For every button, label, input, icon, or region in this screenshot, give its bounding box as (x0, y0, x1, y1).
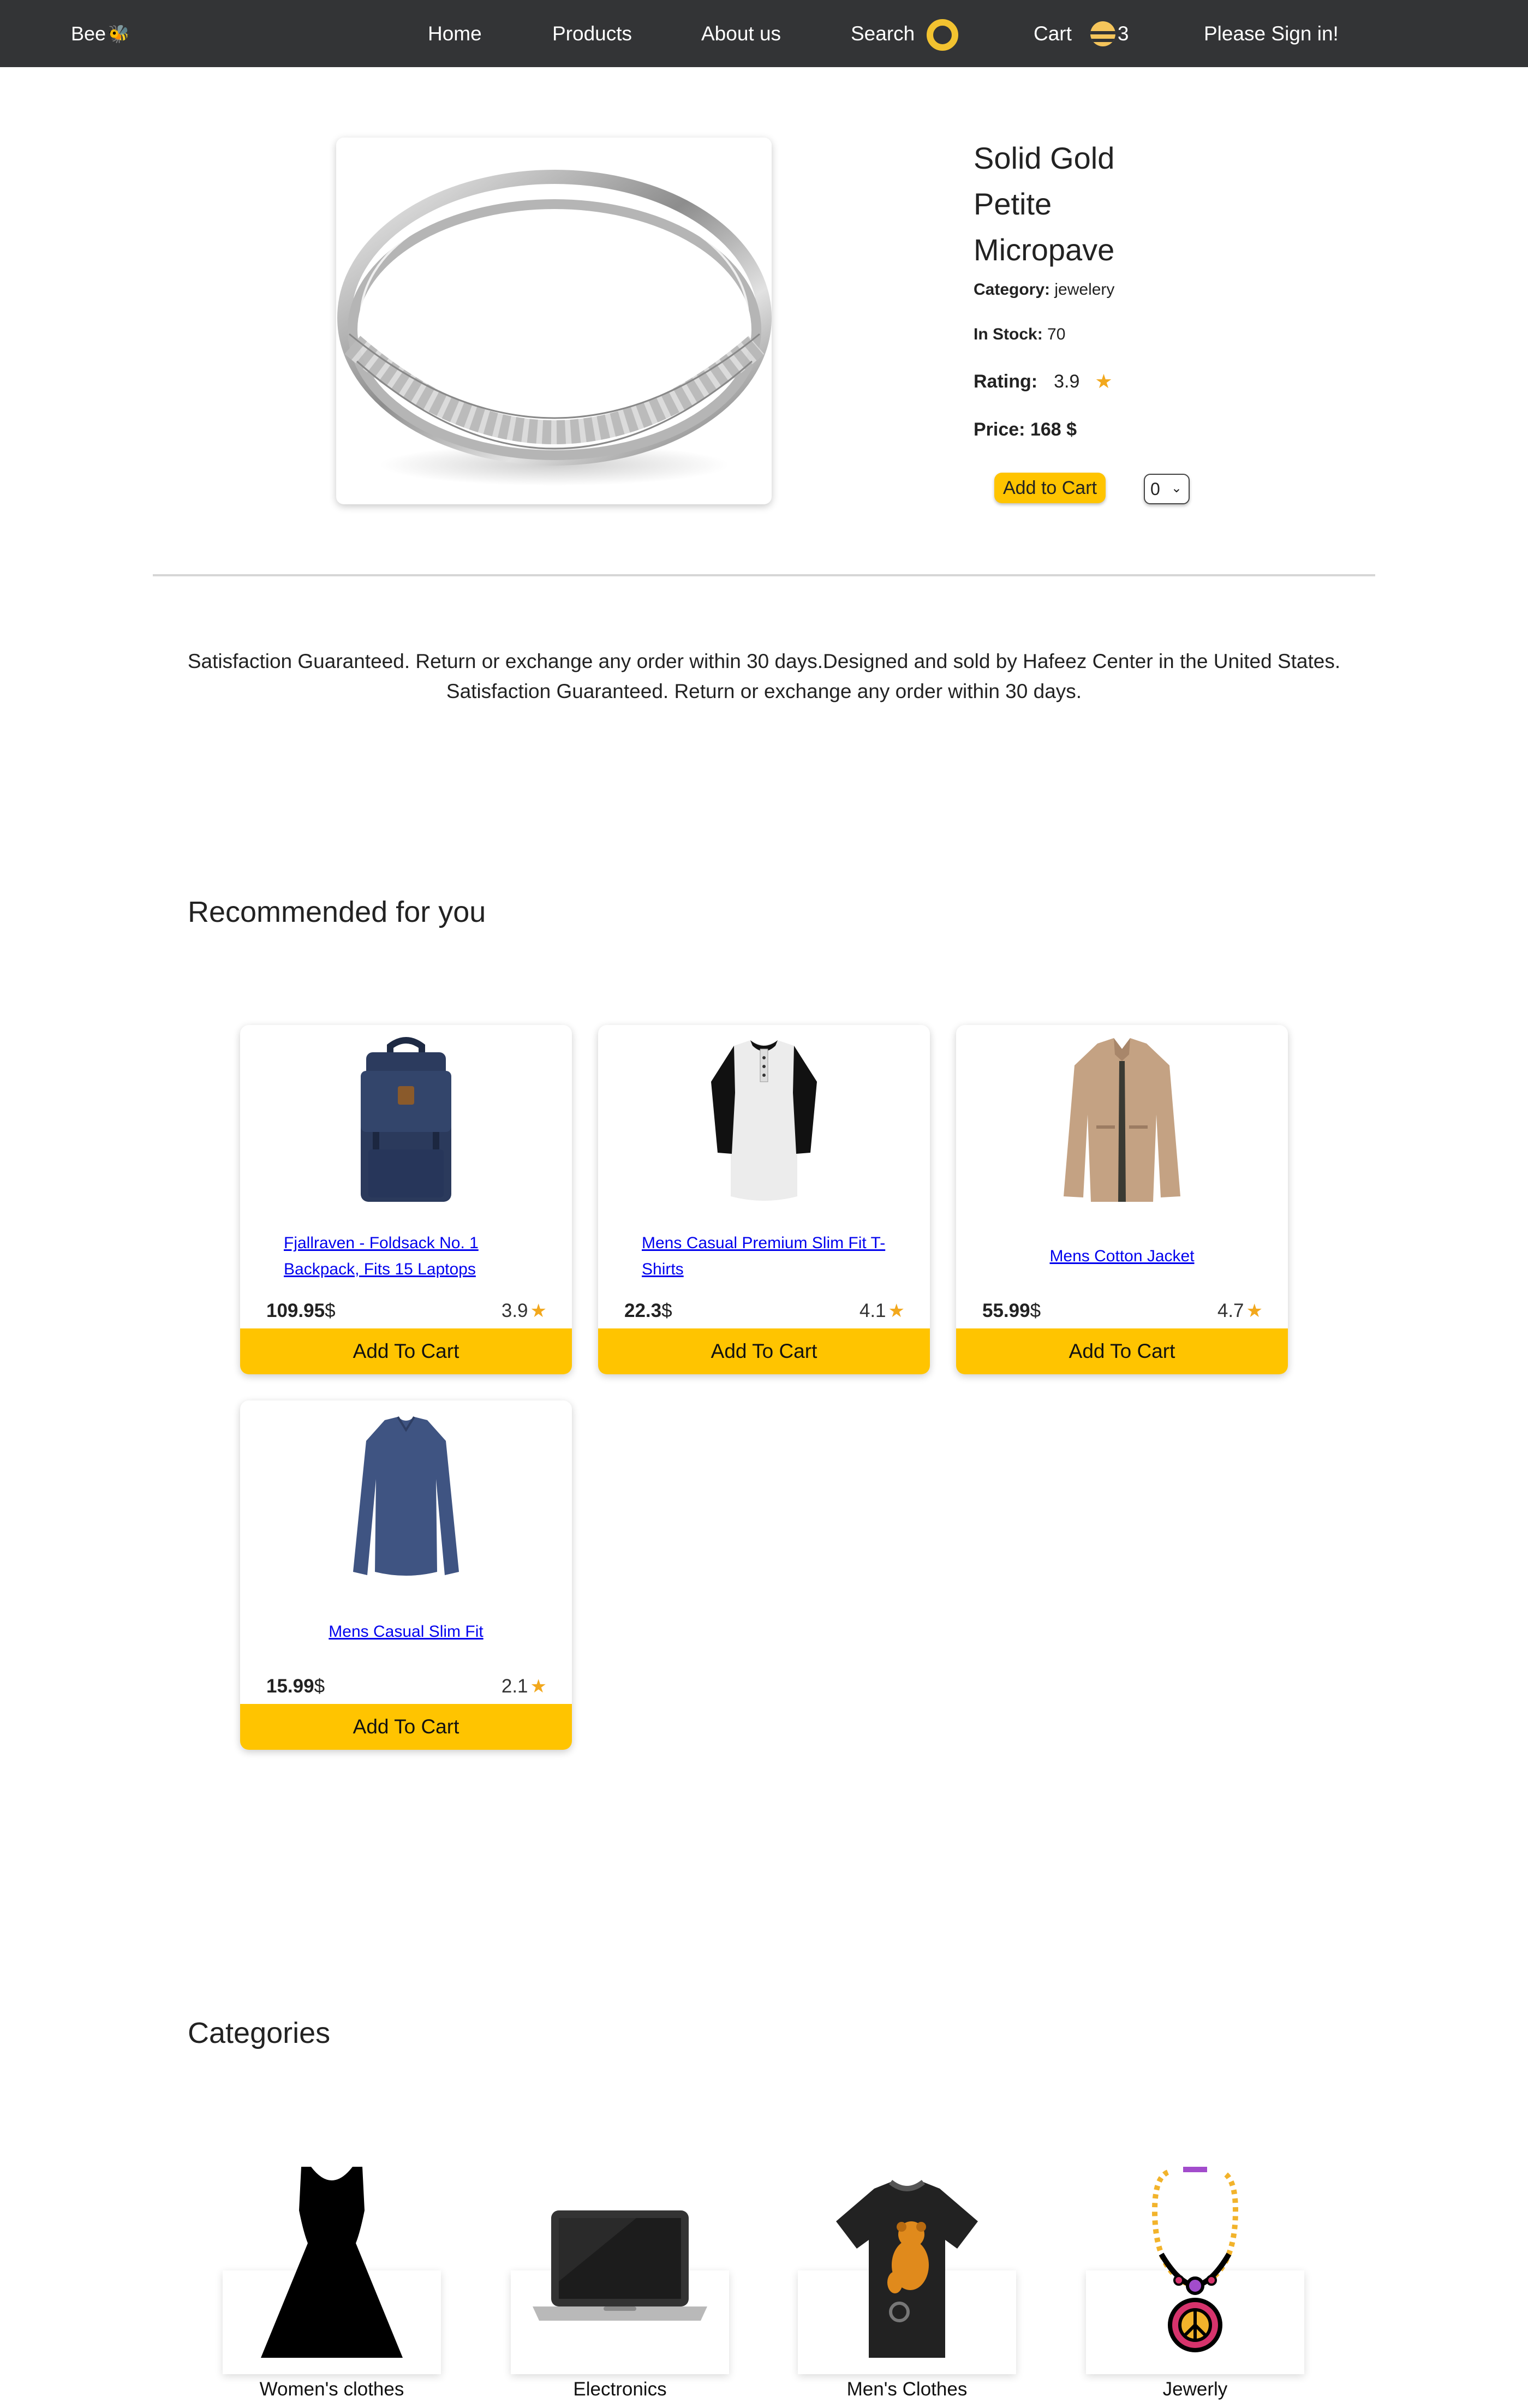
recommended-title: Recommended for you (188, 896, 486, 928)
tshirt-icon (711, 1040, 817, 1201)
star-icon: ★ (1095, 370, 1113, 392)
add-to-cart-button[interactable]: Add To Cart (240, 1328, 572, 1374)
nav-cart-button[interactable]: Cart 3 (1034, 0, 1129, 67)
quantity-select[interactable]: 0 ⌄ (1144, 474, 1190, 504)
price-label: Price: (974, 419, 1025, 440)
cart-count-badge: 3 (1117, 22, 1129, 45)
top-navbar: Bee 🐝 Home Products About us Search Cart… (0, 0, 1528, 67)
category-label-electronics[interactable]: Electronics (511, 2379, 729, 2400)
card-rating: 3.9 ★ (501, 1300, 547, 1321)
ring-icon (337, 170, 772, 486)
mens-tshirt-icon (836, 2179, 978, 2358)
star-icon: ★ (888, 1301, 905, 1321)
product-card: Fjallraven - Foldsack No. 1 Backpack, Fi… (240, 1025, 572, 1374)
product-name-link[interactable]: Mens Cotton Jacket (1000, 1229, 1244, 1284)
product-title: Solid Gold Petite Micropave (974, 141, 1115, 267)
add-to-cart-button[interactable]: Add To Cart (598, 1328, 930, 1374)
product-category: Category: jewelery (974, 281, 1246, 299)
necklace-icon (1151, 2167, 1239, 2352)
chevron-down-icon: ⌄ (1171, 481, 1182, 496)
product-rating: Rating: 3.9 ★ (974, 370, 1246, 393)
nav-products-link[interactable]: Products (552, 0, 632, 67)
category-value: jewelery (1054, 281, 1115, 299)
card-price: 109.95$ (266, 1300, 336, 1321)
cart-icon (1090, 21, 1115, 46)
product-name-link[interactable]: Mens Casual Slim Fit (284, 1605, 528, 1659)
bee-icon: 🐝 (108, 23, 130, 44)
product-image (336, 138, 772, 504)
categories-title: Categories (188, 2017, 331, 2049)
quantity-value: 0 (1150, 479, 1160, 499)
nav-about-link[interactable]: About us (701, 0, 781, 67)
star-icon: ★ (530, 1676, 547, 1697)
price-value: 168 $ (1030, 419, 1077, 440)
card-rating: 4.7 ★ (1217, 1300, 1263, 1321)
card-rating: 4.1 ★ (859, 1300, 905, 1321)
nav-search-button[interactable]: Search (851, 0, 959, 67)
search-icon (927, 19, 959, 51)
product-card: Mens Casual Slim Fit 15.99$ 2.1 ★ Add To … (240, 1400, 572, 1750)
add-to-cart-button[interactable]: Add To Cart (956, 1328, 1288, 1374)
category-card-electronics[interactable] (511, 2167, 729, 2374)
product-name-link[interactable]: Fjallraven - Foldsack No. 1 Backpack, Fi… (284, 1229, 528, 1284)
longsleeve-icon (353, 1416, 459, 1576)
nav-signin-link[interactable]: Please Sign in! (1204, 0, 1339, 67)
category-label-mens[interactable]: Men's Clothes (798, 2379, 1016, 2400)
category-label-jewelry[interactable]: Jewerly (1086, 2379, 1304, 2400)
rating-label: Rating: (974, 371, 1038, 392)
product-price: Price: 168 $ (974, 419, 1246, 440)
product-info-panel: Solid Gold Petite Micropave Category: je… (974, 135, 1246, 467)
card-rating: 2.1 ★ (501, 1676, 547, 1697)
add-to-cart-button[interactable]: Add to Cart (994, 473, 1106, 503)
card-price: 22.3$ (624, 1300, 672, 1321)
product-description: Satisfaction Guaranteed. Return or excha… (109, 646, 1419, 706)
star-icon: ★ (1246, 1301, 1263, 1321)
add-to-cart-button[interactable]: Add To Cart (240, 1704, 572, 1750)
product-stock: In Stock: 70 (974, 325, 1246, 344)
stock-value: 70 (1047, 325, 1066, 343)
description-line-1: Satisfaction Guaranteed. Return or excha… (187, 650, 1341, 672)
card-price: 15.99$ (266, 1676, 325, 1697)
product-card: Mens Cotton Jacket 55.99$ 4.7 ★ Add To Ca… (956, 1025, 1288, 1374)
category-label-womens[interactable]: Women's clothes (223, 2379, 441, 2400)
backpack-icon (361, 1037, 451, 1202)
product-name-link[interactable]: Mens Casual Premium Slim Fit T-Shirts (642, 1229, 886, 1284)
nav-cart-label: Cart (1034, 22, 1072, 45)
dress-icon (261, 2167, 403, 2358)
nav-home-link[interactable]: Home (428, 0, 482, 67)
description-line-2: Satisfaction Guaranteed. Return or excha… (446, 680, 1082, 702)
stock-label: In Stock: (974, 325, 1043, 343)
jacket-icon (1064, 1038, 1180, 1202)
category-card-jewelry[interactable] (1086, 2167, 1304, 2374)
brand-name: Bee (71, 22, 106, 45)
laptop-icon (533, 2210, 707, 2321)
card-price: 55.99$ (982, 1300, 1041, 1321)
star-icon: ★ (530, 1301, 547, 1321)
category-label: Category: (974, 281, 1050, 299)
brand-logo[interactable]: Bee 🐝 (71, 0, 130, 67)
rating-value: 3.9 (1054, 371, 1080, 392)
category-card-mens[interactable] (798, 2167, 1016, 2374)
category-card-womens[interactable] (223, 2167, 441, 2374)
section-divider (153, 574, 1375, 576)
nav-search-label: Search (851, 22, 915, 45)
product-card: Mens Casual Premium Slim Fit T-Shirts 22… (598, 1025, 930, 1374)
